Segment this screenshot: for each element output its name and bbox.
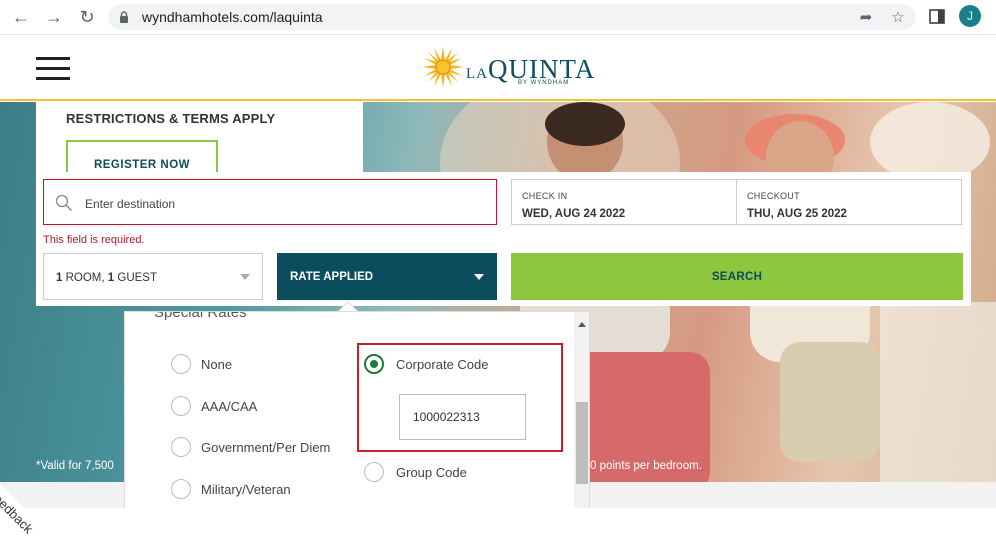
check-in-value: WED, AUG 24 2022 bbox=[522, 208, 626, 220]
check-in-label: CHECK IN bbox=[522, 191, 568, 201]
scroll-up-arrow-icon[interactable] bbox=[578, 322, 586, 327]
rate-applied-dropdown[interactable]: RATE APPLIED bbox=[277, 253, 497, 300]
lock-icon bbox=[120, 11, 128, 23]
side-panel-icon[interactable] bbox=[929, 9, 945, 24]
site-header: LAQUINTA BY WYNDHAM bbox=[0, 35, 996, 101]
forward-arrow-icon[interactable]: → bbox=[43, 6, 65, 28]
corporate-code-input[interactable]: 1000022313 bbox=[399, 394, 526, 440]
rate-option-label: None bbox=[201, 357, 233, 372]
sun-logo-icon bbox=[422, 46, 464, 88]
special-rates-heading: Special Rates bbox=[154, 311, 247, 321]
promo-title: RESTRICTIONS & TERMS APPLY bbox=[66, 111, 276, 126]
share-icon[interactable]: ➦ bbox=[856, 9, 876, 27]
address-bar[interactable]: wyndhamhotels.com/laquinta ➦ ☆ bbox=[108, 4, 916, 30]
chevron-down-icon bbox=[240, 274, 250, 280]
rate-option-label: AAA/CAA bbox=[201, 399, 258, 414]
radio-button[interactable] bbox=[171, 354, 191, 374]
scrollbar-thumb[interactable] bbox=[576, 402, 588, 484]
radio-button-selected[interactable] bbox=[364, 354, 384, 374]
reload-icon[interactable]: ↻ bbox=[76, 6, 98, 28]
checkout-label: CHECKOUT bbox=[747, 191, 800, 201]
check-in-date[interactable]: CHECK IN WED, AUG 24 2022 bbox=[511, 179, 737, 225]
star-icon[interactable]: ☆ bbox=[888, 9, 908, 27]
radio-button[interactable] bbox=[364, 462, 384, 482]
destination-input[interactable]: Enter destination bbox=[43, 179, 497, 225]
search-icon bbox=[55, 194, 72, 211]
radio-button[interactable] bbox=[171, 437, 191, 457]
rate-option-label: Group Code bbox=[396, 465, 467, 480]
search-button-label: SEARCH bbox=[711, 271, 763, 283]
search-button[interactable]: SEARCH bbox=[511, 253, 963, 300]
logo-subtitle: BY WYNDHAM bbox=[518, 80, 570, 86]
rate-option-label: Government/Per Diem bbox=[201, 440, 331, 455]
checkout-date[interactable]: CHECKOUT THU, AUG 25 2022 bbox=[736, 179, 962, 225]
booking-widget: Enter destination This field is required… bbox=[36, 172, 971, 306]
browser-toolbar: ← → ↻ wyndhamhotels.com/laquinta ➦ ☆ J bbox=[0, 0, 996, 35]
rate-option-label: Corporate Code bbox=[396, 357, 489, 372]
radio-button[interactable] bbox=[171, 396, 191, 416]
destination-error-message: This field is required. bbox=[43, 234, 145, 246]
radio-button[interactable] bbox=[171, 479, 191, 499]
rooms-guests-select[interactable]: 1 ROOM, 1 GUEST bbox=[43, 253, 263, 300]
dropdown-scrollbar[interactable] bbox=[574, 312, 589, 508]
chevron-down-icon bbox=[474, 274, 484, 280]
url-text: wyndhamhotels.com/laquinta bbox=[142, 9, 323, 25]
checkout-value: THU, AUG 25 2022 bbox=[747, 208, 847, 220]
la-quinta-logo[interactable]: LAQUINTA BY WYNDHAM bbox=[422, 46, 594, 88]
disclaimer-text-right: 0 points per bedroom. bbox=[590, 460, 702, 472]
rooms-guests-value: 1 ROOM, 1 GUEST bbox=[56, 272, 157, 284]
special-rates-dropdown: Special Rates None AAA/CAA Government/Pe… bbox=[124, 311, 590, 508]
profile-avatar[interactable]: J bbox=[959, 5, 981, 27]
menu-icon[interactable] bbox=[36, 57, 70, 81]
rate-applied-label: RATE APPLIED bbox=[290, 271, 374, 283]
back-arrow-icon[interactable]: ← bbox=[10, 6, 32, 28]
destination-placeholder: Enter destination bbox=[85, 197, 176, 211]
disclaimer-text-left: *Valid for 7,500 bbox=[36, 460, 114, 472]
rate-option-label: Military/Veteran bbox=[201, 482, 291, 497]
register-now-label: REGISTER NOW bbox=[93, 159, 191, 171]
